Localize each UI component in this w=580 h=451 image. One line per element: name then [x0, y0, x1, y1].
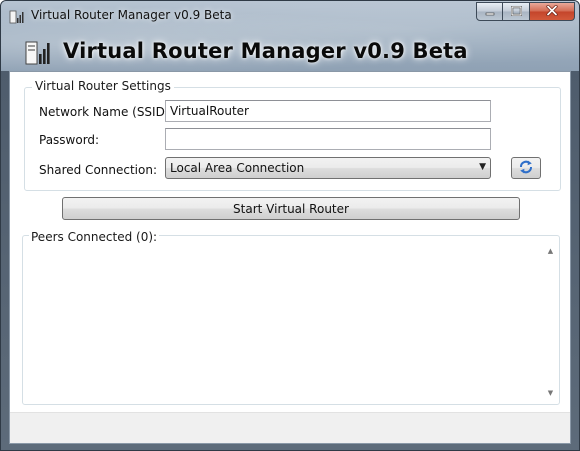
app-window: Virtual Router Manager v0.9 Beta Virtual…	[0, 0, 580, 451]
minimize-icon	[485, 5, 495, 19]
start-router-button[interactable]: Start Virtual Router	[62, 197, 520, 220]
header: Virtual Router Manager v0.9 Beta	[25, 31, 468, 71]
router-signal-icon	[9, 8, 25, 24]
settings-group-title: Virtual Router Settings	[32, 79, 174, 93]
shared-connection-value: Local Area Connection	[170, 161, 305, 175]
window-title: Virtual Router Manager v0.9 Beta	[31, 8, 232, 22]
shared-connection-label: Shared Connection:	[39, 163, 158, 177]
refresh-icon	[518, 160, 534, 177]
password-input[interactable]	[165, 128, 491, 150]
title-bar[interactable]: Virtual Router Manager v0.9 Beta	[1, 1, 579, 29]
chevron-down-icon: ▼	[479, 162, 486, 172]
ssid-label: Network Name (SSID):	[39, 105, 174, 119]
router-signal-icon	[25, 37, 51, 65]
shared-connection-select[interactable]: Local Area Connection ▼	[165, 157, 491, 179]
status-bar	[10, 412, 570, 443]
refresh-connections-button[interactable]	[511, 157, 541, 179]
password-label: Password:	[39, 133, 100, 147]
peers-scrollbar[interactable]: ▲ ▼	[543, 242, 558, 402]
settings-group: Virtual Router Settings Network Name (SS…	[24, 79, 561, 191]
caption-buttons	[476, 2, 575, 21]
close-icon	[546, 4, 558, 19]
minimize-button[interactable]	[476, 2, 503, 21]
peers-group-title: Peers Connected (0):	[29, 230, 160, 244]
close-button[interactable]	[530, 2, 575, 21]
maximize-icon	[510, 5, 522, 19]
peers-list[interactable]	[24, 244, 542, 402]
scroll-up-icon[interactable]: ▲	[543, 244, 558, 258]
header-title: Virtual Router Manager v0.9 Beta	[63, 39, 468, 63]
maximize-button[interactable]	[503, 2, 530, 21]
peers-group: Peers Connected (0): ▲ ▼	[22, 230, 560, 405]
ssid-input[interactable]	[165, 100, 491, 122]
scroll-down-icon[interactable]: ▼	[543, 386, 558, 400]
client-area: Virtual Router Settings Network Name (SS…	[9, 71, 571, 444]
